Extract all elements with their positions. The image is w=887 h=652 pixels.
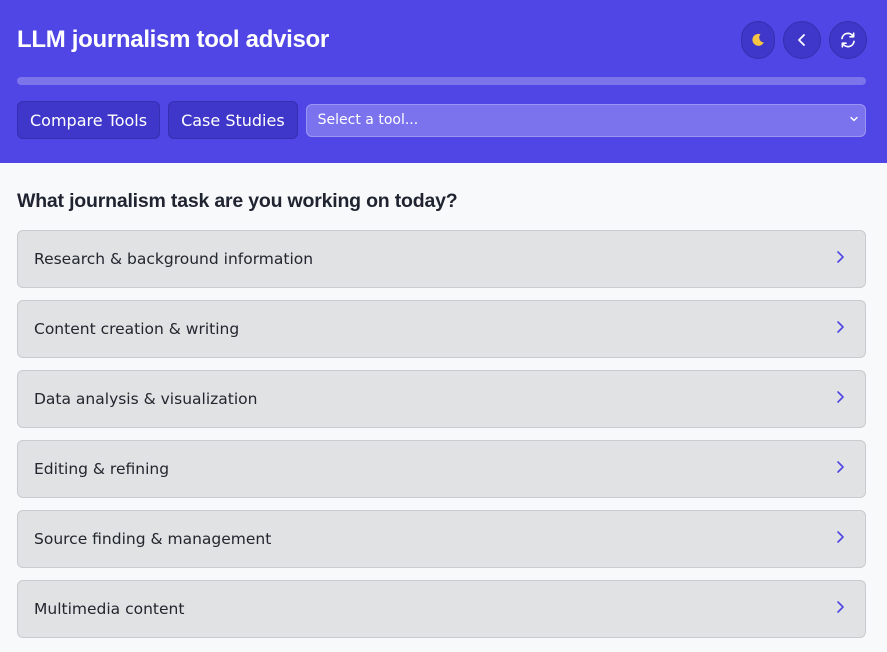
- task-label: Data analysis & visualization: [34, 390, 258, 408]
- task-option-content-creation[interactable]: Content creation & writing: [17, 300, 866, 358]
- chevron-left-icon: [795, 33, 809, 47]
- chevron-right-icon: [835, 460, 845, 479]
- task-list: Research & background information Conten…: [17, 230, 866, 638]
- task-option-editing[interactable]: Editing & refining: [17, 440, 866, 498]
- chevron-down-icon: [849, 112, 859, 128]
- task-label: Research & background information: [34, 250, 314, 268]
- tool-select-value: Select a tool...: [317, 112, 419, 128]
- task-label: Content creation & writing: [34, 320, 240, 338]
- header-actions: [741, 21, 867, 59]
- app-header: LLM journalism tool advisor Compare Tool…: [0, 0, 887, 163]
- back-button[interactable]: [783, 21, 821, 59]
- chevron-right-icon: [835, 320, 845, 339]
- theme-toggle-button[interactable]: [741, 21, 775, 59]
- chevron-right-icon: [835, 390, 845, 409]
- task-option-multimedia[interactable]: Multimedia content: [17, 580, 866, 638]
- compare-tools-button[interactable]: Compare Tools: [17, 101, 161, 139]
- title-row: LLM journalism tool advisor: [17, 0, 870, 80]
- app-title: LLM journalism tool advisor: [17, 26, 329, 53]
- task-option-source-finding[interactable]: Source finding & management: [17, 510, 866, 568]
- progress-bar: [17, 77, 866, 85]
- toolbar: Compare Tools Case Studies Select a tool…: [17, 101, 866, 139]
- main-content: What journalism task are you working on …: [0, 163, 887, 638]
- task-label: Multimedia content: [34, 600, 185, 618]
- chevron-right-icon: [835, 600, 845, 619]
- chevron-right-icon: [835, 530, 845, 549]
- case-studies-button[interactable]: Case Studies: [168, 101, 298, 139]
- task-question: What journalism task are you working on …: [17, 190, 458, 212]
- task-option-data-analysis[interactable]: Data analysis & visualization: [17, 370, 866, 428]
- task-label: Source finding & management: [34, 530, 272, 548]
- moon-icon: [750, 32, 766, 48]
- chevron-right-icon: [835, 250, 845, 269]
- refresh-icon: [839, 31, 857, 49]
- tool-select[interactable]: Select a tool...: [305, 103, 866, 137]
- refresh-button[interactable]: [829, 21, 867, 59]
- task-option-research[interactable]: Research & background information: [17, 230, 866, 288]
- task-label: Editing & refining: [34, 460, 170, 478]
